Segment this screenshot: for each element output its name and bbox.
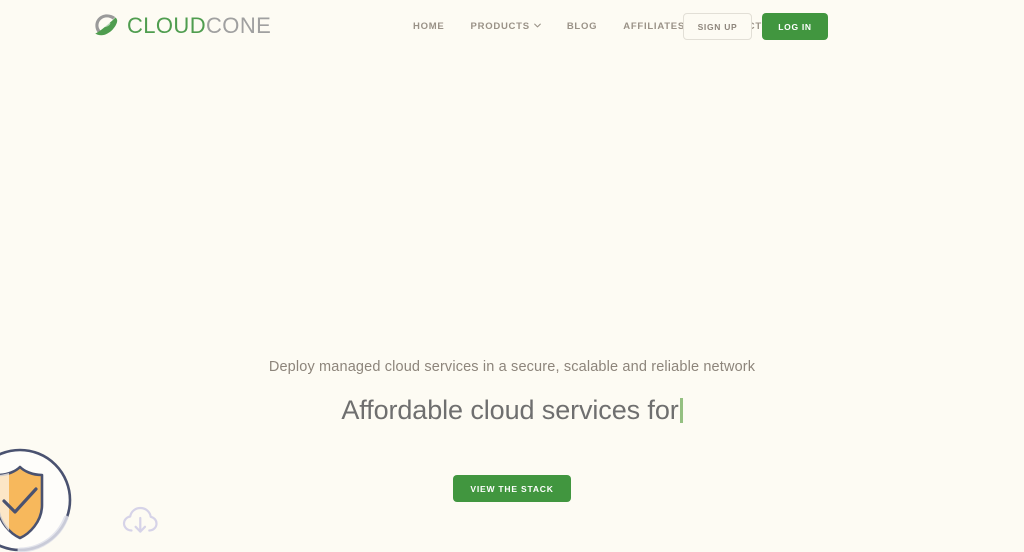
view-the-stack-button[interactable]: VIEW THE STACK [453,475,571,502]
nav-item-home-label: HOME [413,20,445,34]
hero-eyebrow-text: Deploy managed cloud services in a secur… [0,357,1024,377]
brand-word-cone: CONE [206,13,271,38]
nav-item-affiliates-label: AFFILIATES [623,20,685,34]
header-actions: SIGN UP LOG IN [683,13,828,40]
nav-item-blog-label: BLOG [567,20,597,34]
cloud-download-icon [122,505,159,537]
nav-item-products[interactable]: PRODUCTS [458,20,554,34]
sign-up-button[interactable]: SIGN UP [683,13,752,40]
typing-caret [680,398,683,423]
hero-section: Deploy managed cloud services in a secur… [0,0,1024,552]
hero-cta-wrapper: VIEW THE STACK [0,475,1024,502]
site-header: CLOUDCONE HOME PRODUCTS BLOG AFFILIATES [0,0,1024,56]
log-in-button[interactable]: LOG IN [762,13,828,40]
nav-item-blog[interactable]: BLOG [554,20,610,34]
brand-wordmark: CLOUDCONE [127,15,271,37]
hero-title-typed-text: Affordable cloud services for [341,395,678,425]
nav-item-products-label: PRODUCTS [471,20,530,34]
page-root: CLOUDCONE HOME PRODUCTS BLOG AFFILIATES [0,0,1024,552]
nav-item-home[interactable]: HOME [413,20,458,34]
brand-word-cloud: CLOUD [127,13,206,38]
chevron-down-icon [534,23,541,30]
cloudcone-swoosh-icon [92,11,122,41]
brand-logo[interactable]: CLOUDCONE [92,11,271,41]
page-title: Affordable cloud services for [0,393,1024,427]
